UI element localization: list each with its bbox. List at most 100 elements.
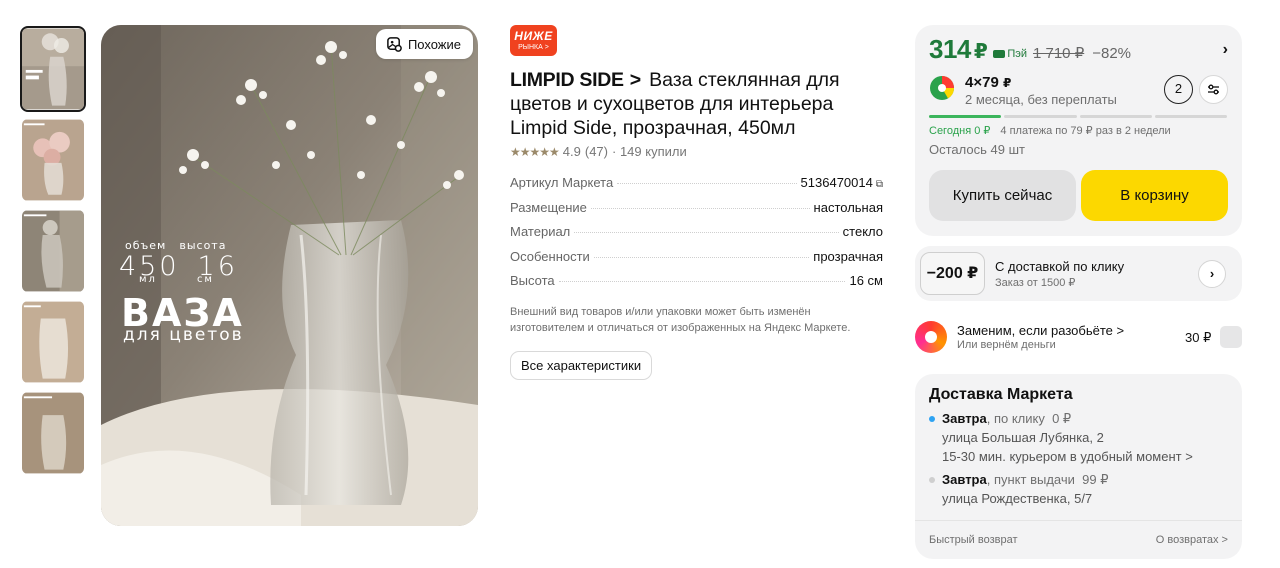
spec-row: Материал стекло [510,224,883,249]
pay-tag: Пэй [993,48,1027,60]
delivery-card: Доставка Маркета Завтра, по клику 0 ₽ ул… [915,374,1242,559]
pickup-address: улица Рождественка, 5/7 [942,491,1093,506]
spec-row: Высота 16 см [510,273,883,298]
schedule-today: Сегодня 0 ₽ [929,125,991,137]
split-settings-button[interactable] [1199,75,1228,104]
thumbnail-image [22,28,84,110]
spec-value: 5136470014 [800,175,873,190]
thumbnail-image [22,119,84,201]
coupon-title: С доставкой по клику [995,259,1125,274]
delivery-address: улица Большая Лубянка, 2 [942,430,1104,445]
old-price: 1 710 ₽ [1032,45,1085,62]
discount-badge: −82% [1092,45,1132,62]
spec-leader [558,281,846,282]
split-count-button[interactable]: 2 [1164,75,1193,104]
insurance-logo-icon [915,321,947,353]
spec-key: Высота [510,273,555,288]
spec-value: стекло [842,224,883,239]
rating-value: 4.9 [562,144,581,159]
product-title-block: LIMPID SIDE > Ваза стеклянная для цветов и… [510,68,883,140]
badge-line-1: НИЖЕ [514,29,553,43]
delivery-option-courier[interactable]: Завтра, по клику 0 ₽ улица Большая Лубян… [929,409,1193,466]
split-price: 4×79 ₽ [965,74,1012,91]
coupon-subtitle: Заказ от 1500 ₽ [995,277,1076,289]
spec-row: Размещение настольная [510,200,883,225]
progress-segment [929,115,1002,118]
thumbnail-list [20,26,86,481]
price-row[interactable]: 314 ₽ Пэй 1 710 ₽ −82% [929,34,1131,65]
coupon-card[interactable]: −200 ₽ С доставкой по клику Заказ от 150… [915,246,1242,301]
delivery-note: 15-30 мин. курьером в удобный момент > [942,449,1193,464]
delivery-option-pickup[interactable]: Завтра, пункт выдачи 99 ₽ улица Рождеств… [929,470,1108,508]
product-main-image[interactable]: Похожие объем высота 450 16 мл см ВАЗА д… [101,25,478,526]
thumbnail-image [22,301,84,383]
overlay-units: мл см [139,274,214,285]
specs-list: Артикул Маркета 5136470014 ⧉ Размещение … [510,175,883,298]
buy-now-button[interactable]: Купить сейчас [929,170,1076,221]
overlay-subtitle: для цветов [123,325,244,345]
fast-return-label: Быстрый возврат [929,534,1018,546]
progress-segment [1079,115,1152,118]
thumbnail-3[interactable] [20,208,86,294]
spec-leader [590,207,810,209]
spec-row: Артикул Маркета 5136470014 ⧉ [510,175,883,200]
thumbnail-2[interactable] [20,117,86,203]
price-details-chevron-icon[interactable]: › [1223,41,1228,59]
delivery-footer: Быстрый возврат О возвратах > [915,520,1242,546]
rating-row[interactable]: ★★★★★ 4.9 (47) · 149 купили [510,144,883,159]
coupon-value: −200 ₽ [920,252,985,295]
spec-key: Особенности [510,248,590,264]
thumbnail-4[interactable] [20,299,86,385]
spec-row: Особенности прозрачная [510,249,883,274]
thumbnail-image [22,392,84,474]
product-info: НИЖЕ РЫНКА > LIMPID SIDE > Ваза стеклянная… [510,25,883,380]
progress-segment [1154,115,1227,118]
status-dot-icon [929,416,935,422]
similar-label: Похожие [407,36,461,52]
rating-stars-icon: ★★★★★ [510,144,560,159]
brand-link[interactable]: LIMPID SIDE [510,69,624,91]
add-to-cart-button[interactable]: В корзину [1081,170,1228,221]
copy-icon[interactable]: ⧉ [876,179,883,190]
returns-link[interactable]: О возвратах > [1156,534,1228,546]
stock-left: Осталось 49 шт [929,142,1025,157]
insurance-subtitle: Или вернём деньги [957,339,1056,351]
spec-value: настольная [813,199,883,215]
delivery-title: Доставка Маркета [929,386,1073,403]
spec-leader [617,183,797,184]
split-description: 2 месяца, без переплаты [965,92,1117,107]
overlay-height-unit: см [196,274,214,285]
spec-value: прозрачная [813,248,883,264]
buy-card: 314 ₽ Пэй 1 710 ₽ −82% › 4×79 ₽ 2 месяца,… [915,25,1242,236]
thumbnail-5[interactable] [20,390,86,476]
split-payment-row[interactable]: 4×79 ₽ 2 месяца, без переплаты 2 [929,74,1229,108]
spec-value: 16 см [849,273,883,288]
image-search-icon [387,36,402,52]
breakage-insurance-row[interactable]: Заменим, если разобьёте > Или вернём ден… [915,319,1242,357]
spec-leader [593,256,810,258]
spec-key: Размещение [510,199,587,215]
pay-label: Пэй [1007,48,1027,60]
card-icon [993,50,1006,58]
spec-key: Артикул Маркета [510,175,614,190]
below-market-badge[interactable]: НИЖЕ РЫНКА > [510,25,557,56]
brand-chevron-icon: > [629,69,642,91]
split-logo-icon [930,76,954,100]
similar-products-button[interactable]: Похожие [375,29,473,59]
all-specs-button[interactable]: Все характеристики [510,350,653,380]
schedule-rest: 4 платежа по 79 ₽ раз в 2 недели [1000,125,1171,137]
insurance-checkbox[interactable] [1220,326,1242,348]
coupon-chevron-icon[interactable]: › [1198,260,1226,288]
progress-segment [1004,115,1077,118]
current-price: 314 ₽ [929,34,988,64]
appearance-disclaimer: Внешний вид товаров и/или упаковки может… [510,305,851,334]
insurance-title: Заменим, если разобьёте > [957,323,1125,338]
purchases-count: · 149 купили [612,144,687,159]
thumbnail-1[interactable] [20,26,86,112]
payment-progress [929,115,1227,118]
sliders-icon [1208,84,1219,95]
payment-schedule: Сегодня 0 ₽ 4 платежа по 79 ₽ раз в 2 нед… [929,124,1171,137]
badge-line-2: РЫНКА > [518,44,549,51]
reviews-count: (47) [584,144,608,159]
spec-leader [574,232,839,233]
